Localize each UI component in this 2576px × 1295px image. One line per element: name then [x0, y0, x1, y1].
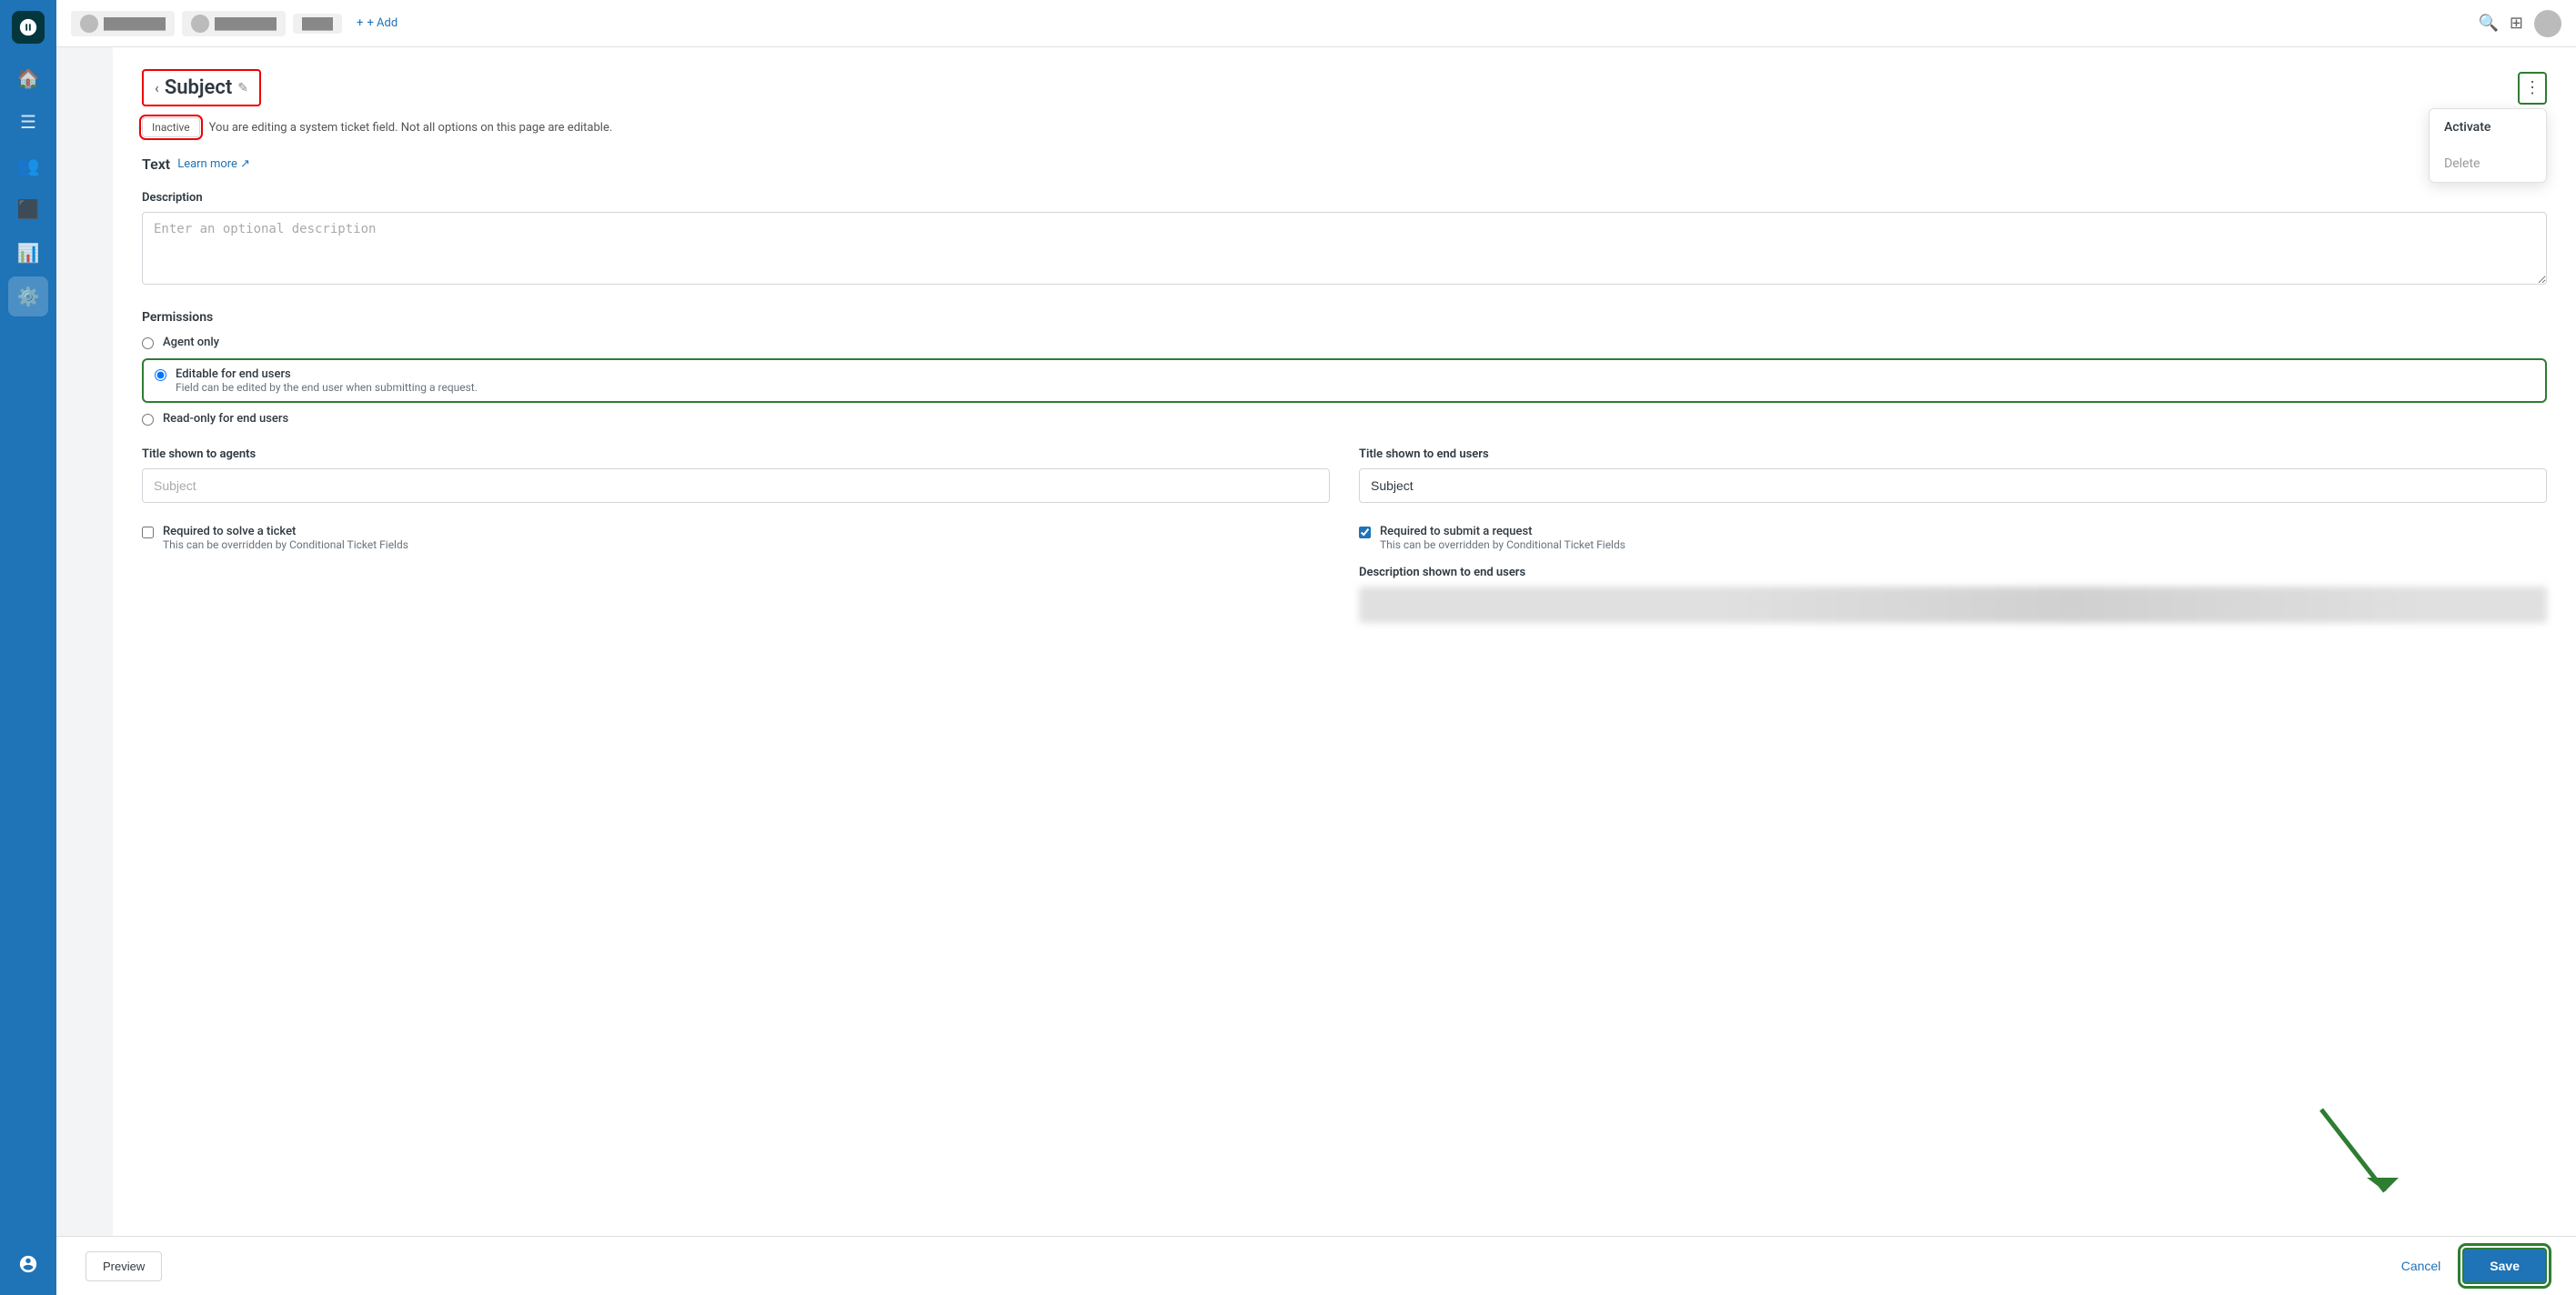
required-submit-row: Required to submit a request This can be… — [1359, 525, 2547, 551]
edit-icon[interactable]: ✎ — [237, 81, 248, 95]
title-agents-input[interactable] — [142, 468, 1330, 503]
add-icon: + — [357, 16, 363, 30]
field-type-label: Text — [142, 156, 170, 173]
title-endusers-input[interactable] — [1359, 468, 2547, 503]
topbar-tab-3[interactable]: ████ — [293, 14, 342, 34]
sidebar-item-reports[interactable]: ☰ — [8, 102, 48, 142]
title-agents-col: Title shown to agents — [142, 447, 1330, 503]
required-submit-col: Required to submit a request This can be… — [1359, 525, 2547, 623]
desc-endusers-blurred — [1359, 587, 2547, 623]
add-label: + Add — [367, 16, 397, 30]
title-endusers-label: Title shown to end users — [1359, 447, 2547, 461]
page-title-box: ‹ Subject ✎ — [142, 69, 261, 106]
desc-endusers-label: Description shown to end users — [1359, 566, 2547, 579]
sidebar-item-analytics[interactable]: 📊 — [8, 233, 48, 273]
editable-radio[interactable] — [155, 369, 166, 381]
topbar-right: 🔍 ⊞ — [2478, 10, 2561, 37]
editable-label: Editable for end users — [176, 367, 478, 381]
topbar-tabs: ████████ ████████ ████ + + Add — [71, 11, 2467, 36]
required-submit-label: Required to submit a request — [1380, 525, 1625, 538]
tab-label-3: ████ — [302, 17, 333, 30]
readonly-radio[interactable] — [142, 414, 154, 426]
learn-more-link[interactable]: Learn more ↗ — [177, 157, 250, 171]
tab-label-2: ████████ — [215, 17, 277, 30]
dropdown-menu: Activate Delete — [2429, 108, 2547, 183]
readonly-option[interactable]: Read-only for end users — [142, 412, 2547, 426]
permissions-section: Permissions Agent only Editable for end … — [142, 310, 2547, 426]
footer: Preview Cancel Save — [56, 1236, 2576, 1295]
footer-spacer — [142, 645, 2547, 699]
sidebar-item-zendesk[interactable] — [8, 1244, 48, 1284]
sidebar-item-objects[interactable]: ⬛ — [8, 189, 48, 229]
topbar-tab-1[interactable]: ████████ — [71, 11, 175, 36]
page-header-left: ‹ Subject ✎ — [142, 69, 261, 106]
tab-label-1: ████████ — [104, 17, 166, 30]
footer-right: Cancel Save — [2390, 1248, 2547, 1284]
required-solve-sublabel: This can be overridden by Conditional Ti… — [163, 538, 408, 551]
search-icon[interactable]: 🔍 — [2478, 14, 2498, 33]
main-content: ‹ Subject ✎ ⋮ Activate Delete Inactive Y… — [113, 47, 2576, 1295]
description-section: Description — [142, 191, 2547, 288]
required-submit-sublabel: This can be overridden by Conditional Ti… — [1380, 538, 1625, 551]
required-submit-checkbox[interactable] — [1359, 527, 1371, 538]
status-bar: Inactive You are editing a system ticket… — [142, 117, 2547, 137]
more-button[interactable]: ⋮ — [2518, 72, 2547, 105]
add-button[interactable]: + + Add — [349, 13, 405, 34]
external-link-icon: ↗ — [240, 157, 250, 171]
title-agents-label: Title shown to agents — [142, 447, 1330, 461]
apps-icon[interactable]: ⊞ — [2510, 14, 2523, 33]
tab-avatar-1 — [80, 15, 98, 33]
topbar-tab-2[interactable]: ████████ — [182, 11, 286, 36]
save-button[interactable]: Save — [2462, 1248, 2547, 1284]
sidebar: 🏠 ☰ 👥 ⬛ 📊 ⚙️ — [0, 0, 56, 1295]
agent-only-label: Agent only — [163, 336, 219, 349]
more-button-wrapper: ⋮ Activate Delete — [2518, 72, 2547, 105]
cancel-button[interactable]: Cancel — [2390, 1251, 2452, 1280]
permissions-title: Permissions — [142, 310, 2547, 325]
page-title: Subject — [165, 76, 232, 99]
delete-button[interactable]: Delete — [2430, 146, 2546, 182]
app-logo — [12, 11, 45, 44]
editable-sublabel: Field can be edited by the end user when… — [176, 381, 478, 394]
activate-button[interactable]: Activate — [2430, 109, 2546, 146]
topbar: ████████ ████████ ████ + + Add 🔍 ⊞ — [56, 0, 2576, 47]
inactive-badge: Inactive — [142, 117, 200, 137]
sidebar-item-contacts[interactable]: 👥 — [8, 146, 48, 186]
field-type-section: Text Learn more ↗ — [142, 156, 2547, 173]
back-button[interactable]: ‹ — [155, 79, 159, 96]
sidebar-item-settings[interactable]: ⚙️ — [8, 276, 48, 316]
sidebar-item-home[interactable]: 🏠 — [8, 58, 48, 98]
learn-more-label: Learn more — [177, 157, 237, 171]
required-solve-label: Required to solve a ticket — [163, 525, 408, 538]
title-endusers-col: Title shown to end users — [1359, 447, 2547, 503]
agent-only-radio[interactable] — [142, 337, 154, 349]
description-input[interactable] — [142, 212, 2547, 285]
tab-avatar-2 — [191, 15, 209, 33]
agent-only-option[interactable]: Agent only — [142, 336, 2547, 349]
required-solve-checkbox[interactable] — [142, 527, 154, 538]
required-solve-row: Required to solve a ticket This can be o… — [142, 525, 1330, 551]
page-header: ‹ Subject ✎ ⋮ Activate Delete — [142, 69, 2547, 106]
required-section: Required to solve a ticket This can be o… — [142, 525, 2547, 623]
readonly-label: Read-only for end users — [163, 412, 288, 426]
editable-option-box: Editable for end users Field can be edit… — [142, 358, 2547, 403]
required-solve-col: Required to solve a ticket This can be o… — [142, 525, 1330, 623]
user-avatar[interactable] — [2534, 10, 2561, 37]
status-message: You are editing a system ticket field. N… — [209, 121, 613, 135]
titles-section: Title shown to agents Title shown to end… — [142, 447, 2547, 503]
desc-endusers-section: Description shown to end users — [1359, 566, 2547, 623]
description-label: Description — [142, 191, 2547, 205]
preview-button[interactable]: Preview — [86, 1251, 162, 1281]
